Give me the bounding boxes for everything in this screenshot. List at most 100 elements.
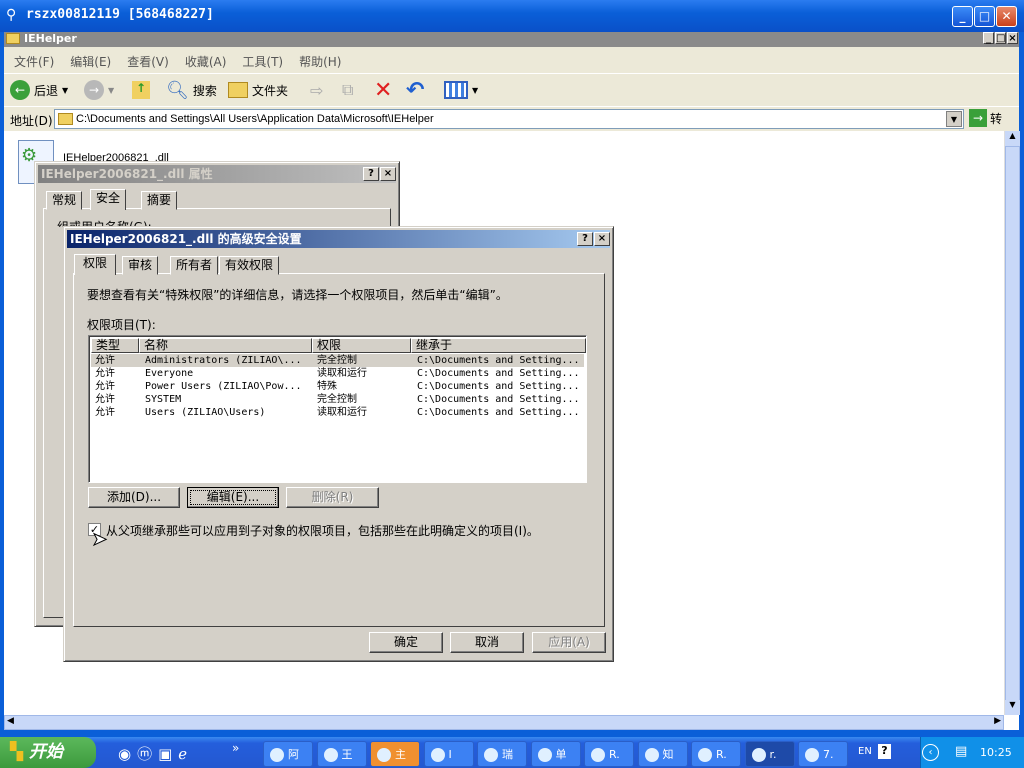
permission-entries-list[interactable]: 类型 名称 权限 继承于 允许 Administrators (ZILIAO\..… — [88, 335, 587, 483]
cell-perm: 读取和运行 — [317, 368, 367, 379]
address-label: 地址(D) — [10, 114, 53, 128]
folder-icon — [58, 113, 73, 125]
maximize-button[interactable]: □ — [974, 6, 995, 27]
inherit-checkbox-label[interactable]: 从父项继承那些可以应用到子对象的权限项目，包括那些在此明确定义的项目(I)。 — [106, 522, 539, 539]
app-icon — [805, 748, 819, 762]
search-icon: 🔍︎ — [166, 79, 189, 101]
folders-button[interactable]: 文件夹 — [228, 78, 288, 102]
help-icon[interactable]: ? — [878, 744, 891, 759]
permission-entry-row[interactable]: 允许 Everyone 读取和运行 C:\Documents and Setting.… — [91, 367, 584, 380]
horizontal-scrollbar[interactable]: ◀ ▶ — [4, 715, 1004, 730]
copy-to-button[interactable]: ⧉ — [342, 78, 353, 102]
minimize-button[interactable]: _ — [952, 6, 973, 27]
help-button[interactable]: ? — [577, 232, 593, 246]
close-button[interactable]: × — [1007, 32, 1018, 44]
forward-arrow-icon: → — [84, 80, 104, 100]
go-button[interactable]: → 转 — [969, 109, 1002, 127]
scroll-thumb[interactable] — [1005, 146, 1020, 701]
app-icon — [537, 748, 552, 762]
address-input[interactable]: C:\Documents and Settings\All Users\Appl… — [54, 109, 964, 129]
vertical-scrollbar[interactable]: ▲ ▼ — [1004, 131, 1020, 715]
cell-type: 允许 — [95, 368, 115, 379]
menu-help[interactable]: 帮助(H) — [299, 55, 341, 69]
up-folder-button[interactable]: ↑ — [132, 78, 150, 102]
menu-view[interactable]: 查看(V) — [127, 55, 169, 69]
column-header-permission[interactable]: 权限 — [312, 338, 411, 353]
edit-button[interactable]: 编辑(E)... — [187, 487, 279, 508]
taskbar-button[interactable]: 瑞 — [477, 741, 527, 767]
cell-inherit: C:\Documents and Setting... — [417, 381, 580, 392]
cancel-button[interactable]: 取消 — [450, 632, 524, 653]
menu-tools[interactable]: 工具(T) — [242, 55, 283, 69]
taskbar-button[interactable]: 知 — [637, 741, 688, 767]
taskbar-button[interactable]: I — [423, 741, 474, 767]
language-indicator[interactable]: EN — [858, 746, 872, 757]
minimize-button[interactable]: _ — [983, 32, 994, 44]
scroll-right-button[interactable]: ▶ — [994, 716, 1001, 726]
menu-file[interactable]: 文件(F) — [14, 55, 54, 69]
address-dropdown-button[interactable]: ▼ — [946, 111, 962, 127]
move-to-icon: ⇨ — [310, 80, 324, 100]
taskbar-button[interactable]: 单 — [530, 741, 581, 767]
quick-launch-icons[interactable]: ◉ⓜ▣ℯ — [118, 743, 193, 764]
taskbar-button[interactable]: 主 — [370, 741, 420, 767]
start-button[interactable]: ▚ 开始 — [0, 737, 96, 768]
tab-security[interactable]: 安全 — [90, 189, 127, 210]
close-button[interactable]: × — [380, 167, 396, 181]
permission-entry-row[interactable]: 允许 Power Users (ZILIAO\Pow... 特殊 C:\Documen… — [91, 380, 584, 393]
go-arrow-icon: → — [969, 109, 987, 127]
tab-effective-permissions[interactable]: 有效权限 — [219, 256, 280, 275]
apply-button[interactable]: 应用(A) — [532, 632, 606, 653]
cell-name: SYSTEM — [145, 394, 182, 405]
delete-button[interactable]: ✕ — [374, 78, 392, 103]
clock: 10:25 — [980, 746, 1012, 759]
forward-button[interactable]: → ▼ — [84, 78, 114, 102]
views-button[interactable]: ▼ — [444, 78, 478, 102]
column-header-name[interactable]: 名称 — [139, 338, 312, 353]
app-icon — [270, 748, 284, 762]
menu-edit[interactable]: 编辑(E) — [70, 55, 111, 69]
column-header-type[interactable]: 类型 — [91, 338, 139, 353]
chevron-down-icon: ▼ — [62, 85, 69, 95]
back-button[interactable]: ← 后退 ▼ — [10, 78, 68, 102]
remove-button[interactable]: 删除(R) — [286, 487, 379, 508]
cell-perm: 读取和运行 — [317, 407, 367, 418]
help-button[interactable]: ? — [363, 167, 379, 181]
up-folder-icon: ↑ — [132, 81, 150, 99]
close-button[interactable]: × — [594, 232, 610, 246]
tab-general[interactable]: 常规 — [46, 191, 83, 210]
undo-button[interactable]: ↶ — [406, 78, 424, 103]
scroll-left-button[interactable]: ◀ — [7, 716, 14, 726]
taskbar-button[interactable]: r. — [744, 741, 795, 767]
scroll-up-button[interactable]: ▲ — [1005, 131, 1020, 146]
cell-type: 允许 — [95, 381, 115, 392]
window-title: rszx00812119 [568468227] — [26, 7, 214, 22]
move-to-button[interactable]: ⇨ — [310, 78, 323, 102]
ok-button[interactable]: 确定 — [369, 632, 443, 653]
permission-entry-row[interactable]: 允许 Administrators (ZILIAO\... 完全控制 C:\Docum… — [91, 354, 584, 367]
search-button[interactable]: 🔍︎ 搜索 — [166, 78, 217, 102]
taskbar-button[interactable]: 王 — [316, 741, 367, 767]
app-icon — [377, 748, 391, 762]
taskbar-button[interactable]: R. — [584, 741, 634, 767]
maximize-button[interactable]: □ — [995, 32, 1006, 44]
scroll-down-button[interactable]: ▼ — [1005, 700, 1020, 715]
taskbar-button[interactable]: 阿 — [263, 741, 313, 767]
column-header-inherited-from[interactable]: 继承于 — [411, 338, 586, 353]
tab-summary[interactable]: 摘要 — [141, 191, 178, 210]
quick-launch-expand-icon[interactable]: » — [232, 741, 239, 755]
permission-entry-row[interactable]: 允许 Users (ZILIAO\Users) 读取和运行 C:\Documents … — [91, 406, 584, 419]
cell-name: Everyone — [145, 368, 194, 379]
add-button[interactable]: 添加(D)... — [88, 487, 180, 508]
tab-owner[interactable]: 所有者 — [170, 256, 219, 275]
tab-auditing[interactable]: 审核 — [122, 256, 159, 275]
tab-permissions[interactable]: 权限 — [74, 254, 117, 275]
cell-inherit: C:\Documents and Setting... — [417, 368, 580, 379]
tray-expand-icon[interactable]: ‹ — [922, 744, 939, 761]
menu-favorites[interactable]: 收藏(A) — [185, 55, 227, 69]
permission-entry-row[interactable]: 允许 SYSTEM 完全控制 C:\Documents and Setting... — [91, 393, 584, 406]
taskbar-button[interactable]: R. — [691, 741, 741, 767]
cell-perm: 完全控制 — [317, 394, 357, 405]
close-button[interactable]: ✕ — [996, 6, 1017, 27]
taskbar-button[interactable]: 7. — [798, 741, 848, 767]
